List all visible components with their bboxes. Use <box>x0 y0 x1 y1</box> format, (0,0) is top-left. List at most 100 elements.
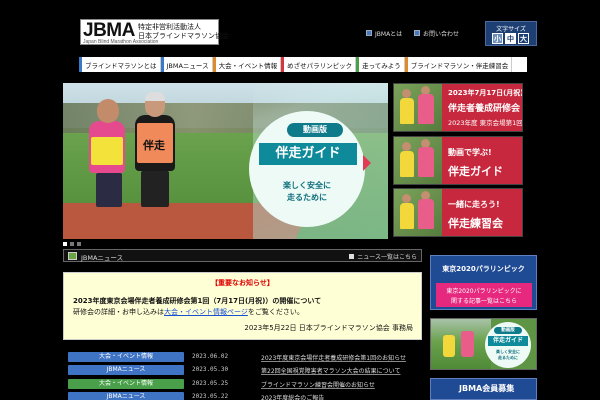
important-notice: 【重要なお知らせ】 2023年度東京会場伴走者養成研修会第1回（7月17日(月祝… <box>63 272 422 340</box>
notice-line2: 研修会の詳細・お申し込みは大会・イベント情報ページをご覧ください。 <box>73 307 304 317</box>
mini-banner-title: 伴走ガイド <box>488 336 528 346</box>
figure-body <box>443 335 455 357</box>
font-size-label: 文字サイズ <box>496 26 526 33</box>
notice-signature: 2023年5月22日 日本ブラインドマラソン協会 事務局 <box>244 324 413 332</box>
news-icon <box>68 252 77 260</box>
hero-badge: 動画版 <box>287 123 343 137</box>
side-banner-subtitle: 2023年度 東京会場第1回 <box>448 119 523 127</box>
nav-item[interactable]: 走ってみよう <box>356 57 405 72</box>
mini-banner-photo <box>431 319 491 369</box>
side-banner-caption: 動画で学ぶ! <box>448 148 492 157</box>
news-date: 2023.06.02 <box>192 353 229 360</box>
runner-right-hair <box>145 92 165 101</box>
news-row: JBMAニュース 2023.05.22 2023年度総会のご報告 <box>68 392 422 400</box>
hero-banner[interactable]: 伴走 動画版 伴走ガイド 楽しく安全に 走るために <box>63 83 388 239</box>
news-header: JBMAニュース ニュース一覧はこちら <box>63 249 422 262</box>
side-banner-training[interactable]: 2023年7月17日(月祝) 伴走者養成研修会 2023年度 東京会場第1回 <box>393 83 523 132</box>
square-icon <box>349 254 355 259</box>
font-size-medium-button[interactable]: 中 <box>505 33 516 44</box>
paralympic-box: 東京2020パラリンピック 東京2020パラリンピックに 関する記事一覧はこちら <box>430 255 537 310</box>
side-banner-title: 伴走練習会 <box>448 217 503 230</box>
side-banner-practice[interactable]: 一緒に走ろう! 伴走練習会 <box>393 188 523 237</box>
square-icon <box>414 30 420 36</box>
site-logo[interactable]: JBMA 特定非営利活動法人 日本ブラインドマラソン協会 Japan Blind… <box>80 19 229 45</box>
news-row: 大会・イベント情報 2023.05.25 ブラインドマラソン練習会開催のお知らせ <box>68 379 422 389</box>
figure-body <box>418 199 434 229</box>
runner-left-legs <box>96 173 122 207</box>
side-banner-caption: 一緒に走ろう! <box>448 200 500 209</box>
hero-subtitle-line2: 走るために <box>287 193 327 202</box>
side-banner-photo <box>394 189 442 236</box>
figure-body <box>400 151 414 177</box>
figure-body <box>400 98 414 124</box>
news-date: 2023.05.30 <box>192 366 229 373</box>
notice-heading: 【重要なお知らせ】 <box>211 279 274 287</box>
notice-event-link[interactable]: 大会・イベント情報ページ <box>164 308 248 316</box>
nav-item[interactable]: ブラインドマラソン・伴走練習会 <box>404 57 513 72</box>
nav-item[interactable]: JBMAニュース <box>160 57 213 72</box>
header-link-about-label: JBMAとは <box>375 30 403 38</box>
header-link-contact[interactable]: お問い合わせ <box>414 28 459 38</box>
nav-item[interactable]: めざせパラリンピック <box>281 57 357 72</box>
notice-line2-prefix: 研修会の詳細・お申し込みは <box>73 308 164 316</box>
nav-item[interactable]: 大会・イベント情報 <box>212 57 282 72</box>
jbma-membership-label: JBMA会員募集 <box>459 384 515 393</box>
news-more-label: ニュース一覧はこちら <box>357 254 417 261</box>
notice-line2-suffix: をご覧ください。 <box>247 308 304 316</box>
side-banner-title: 伴走ガイド <box>448 165 503 178</box>
side-banner-photo <box>394 137 442 184</box>
nav-item[interactable]: ブラインドマラソンとは <box>79 57 161 72</box>
slider-dots <box>63 242 81 246</box>
news-date: 2023.05.22 <box>192 393 229 400</box>
slider-dot[interactable] <box>77 242 81 246</box>
news-row: 大会・イベント情報 2023.06.02 2023年度東京会場伴走者養成研修会第1回… <box>68 352 422 362</box>
mini-guide-banner[interactable]: 動画版 伴走ガイド 楽しく安全に 走るために <box>430 318 537 370</box>
news-title: JBMAニュース <box>81 254 124 262</box>
news-category-badge: JBMAニュース <box>68 392 184 400</box>
font-size-switcher: 文字サイズ 小 中 大 <box>485 21 537 46</box>
slider-dot[interactable] <box>63 242 67 246</box>
notice-line1: 2023年度東京会場伴走者養成研修会第1回（7月17日(月祝)）の開催について <box>73 297 322 305</box>
main-nav: ブラインドマラソンとは JBMAニュース 大会・イベント情報 めざせパラリンピック 走っ… <box>79 57 527 72</box>
paralympic-articles-button[interactable]: 東京2020パラリンピックに 関する記事一覧はこちら <box>436 283 532 307</box>
side-banner-date: 2023年7月17日(月祝) <box>448 89 523 97</box>
news-link[interactable]: 2023年度東京会場伴走者養成研修会第1回のお知らせ <box>261 353 406 362</box>
square-icon <box>366 30 372 36</box>
side-banner-video-guide[interactable]: 動画で学ぶ! 伴走ガイド <box>393 136 523 185</box>
figure-body <box>461 331 474 357</box>
figure-body <box>400 203 414 229</box>
mini-banner-badge: 動画版 <box>494 327 522 334</box>
news-link[interactable]: 2023年度総会のご報告 <box>261 393 324 400</box>
news-more-link[interactable]: ニュース一覧はこちら <box>349 252 417 261</box>
figure-head <box>402 194 411 203</box>
news-link[interactable]: 第22回全国視覚障害者マラソン大会の結果について <box>261 366 400 375</box>
figure-head <box>402 142 411 151</box>
runner-right-legs <box>141 171 169 207</box>
font-size-large-button[interactable]: 大 <box>518 33 529 44</box>
paralympic-title: 東京2020パラリンピック <box>442 265 525 273</box>
figure-head <box>402 89 411 98</box>
jbma-membership-box[interactable]: JBMA会員募集 <box>430 378 537 400</box>
news-category-badge: JBMAニュース <box>68 365 184 375</box>
runner-left-head <box>97 99 119 123</box>
news-category-badge: 大会・イベント情報 <box>68 379 184 389</box>
hero-title: 伴走ガイド <box>259 143 357 165</box>
logo-english: Japan Blind Marathon Association <box>83 39 159 45</box>
side-banner-title: 伴走者養成研修会 <box>448 104 521 114</box>
paralympic-button-line2: 関する記事一覧はこちら <box>450 298 517 305</box>
news-link[interactable]: ブラインドマラソン練習会開催のお知らせ <box>261 380 375 389</box>
news-category-badge: 大会・イベント情報 <box>68 352 184 362</box>
arrow-right-icon <box>363 155 371 171</box>
runner-left-bib <box>91 137 123 165</box>
mini-banner-subtitle-line2: 走るために <box>498 355 518 360</box>
slider-dot[interactable] <box>70 242 74 246</box>
figure-body <box>418 94 434 124</box>
header-link-contact-label: お問い合わせ <box>423 30 460 38</box>
figure-body <box>418 147 434 177</box>
hero-subtitle-line1: 楽しく安全に <box>283 181 331 190</box>
news-row: JBMAニュース 2023.05.30 第22回全国視覚障害者マラソン大会の結果につ… <box>68 365 422 375</box>
header-link-about[interactable]: JBMAとは <box>366 28 402 38</box>
side-banner-photo <box>394 84 442 131</box>
runner-bib-text: 伴走 <box>143 139 165 152</box>
font-size-small-button[interactable]: 小 <box>492 33 503 44</box>
